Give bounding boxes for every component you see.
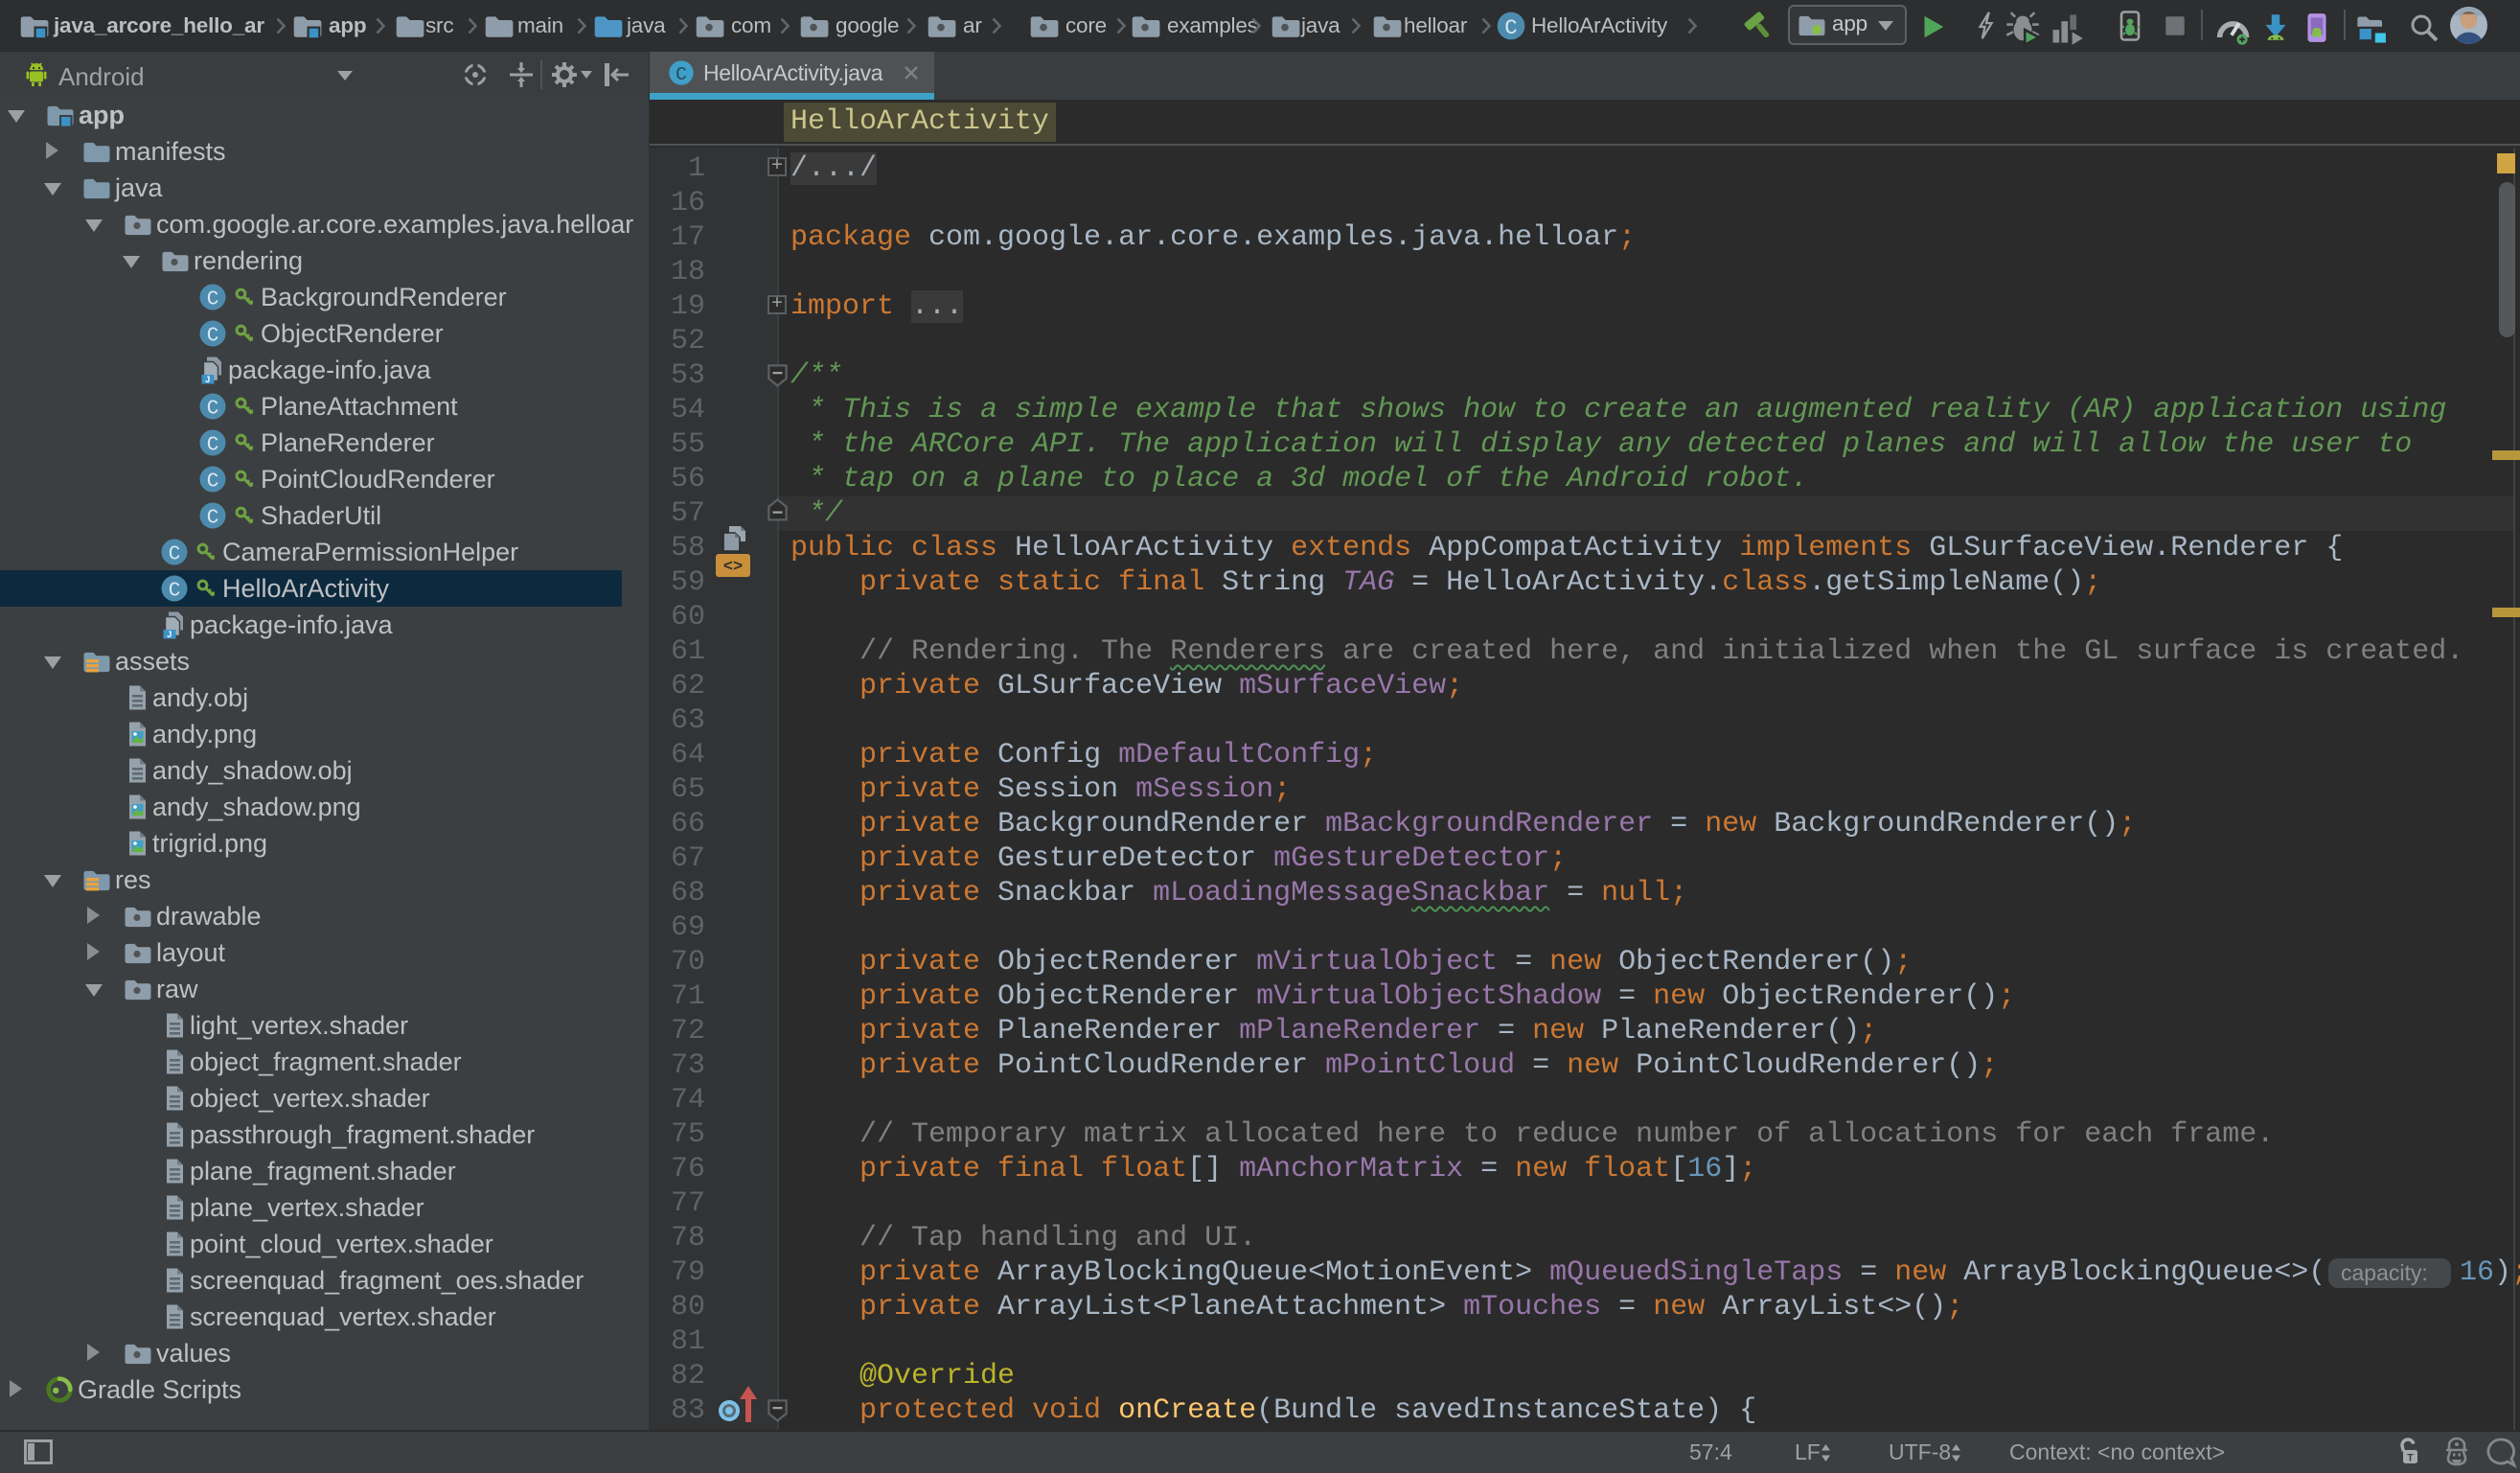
svg-text:T: T	[2407, 1453, 2414, 1464]
svg-text:C: C	[207, 435, 219, 457]
svg-text:<>: <>	[723, 559, 743, 577]
svg-text:C: C	[207, 399, 219, 421]
svg-text:C: C	[169, 581, 181, 603]
svg-text:C: C	[1504, 15, 1517, 40]
svg-text:C: C	[207, 508, 219, 530]
svg-text:C: C	[207, 289, 219, 311]
svg-text:C: C	[207, 472, 219, 494]
svg-text:J: J	[205, 375, 210, 384]
svg-text:C: C	[676, 64, 687, 85]
svg-text:C: C	[169, 544, 181, 566]
svg-text:C: C	[207, 326, 219, 348]
svg-text:J: J	[167, 630, 172, 639]
